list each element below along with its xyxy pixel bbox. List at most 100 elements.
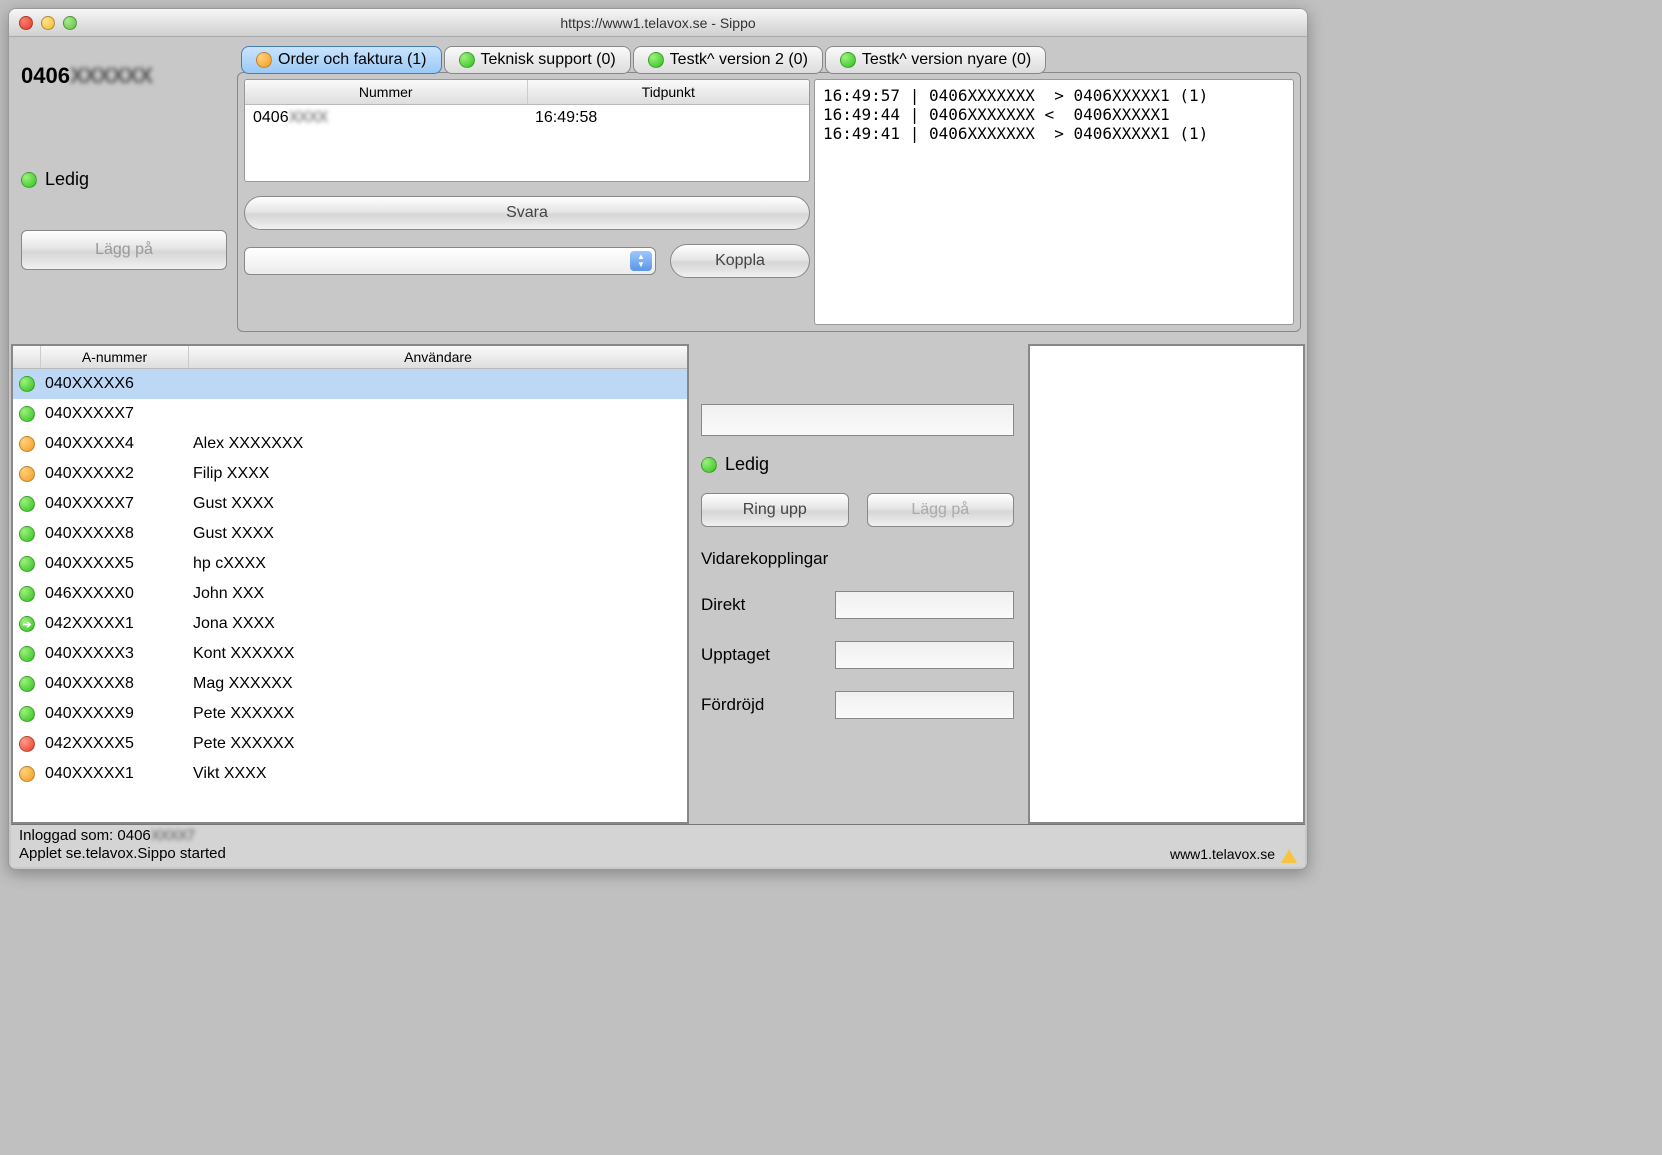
window-content: 0406XXXXXX Ledig Lägg på Order och faktu… xyxy=(9,37,1307,869)
user-status-cell: ➔ xyxy=(13,616,41,632)
user-row[interactable]: 040XXXXX7 xyxy=(13,399,687,429)
user-anummer: 040XXXXX1 xyxy=(41,765,189,783)
queue-tab-label: Order och faktura (1) xyxy=(278,51,427,69)
detail-name-field[interactable] xyxy=(701,404,1014,436)
statusbar-applet: Applet se.telavox.Sippo started xyxy=(19,845,226,863)
statusbar-right: www1.telavox.se xyxy=(1170,827,1297,863)
user-name: Kont XXXXXX xyxy=(189,645,687,663)
user-name: Gust XXXX xyxy=(189,525,687,543)
splitter[interactable] xyxy=(11,336,1305,344)
user-row[interactable]: 040XXXXX1Vikt XXXX xyxy=(13,759,687,789)
user-status-icon xyxy=(19,766,35,782)
statusbar-logged-in: Inloggad som: 0406XXXX7 xyxy=(19,827,226,845)
call-number: 0406XXXX xyxy=(245,105,527,131)
user-name: Pete XXXXXX xyxy=(189,735,687,753)
answer-button[interactable]: Svara xyxy=(244,196,810,230)
call-button[interactable]: Ring upp xyxy=(701,493,849,527)
call-table-blank xyxy=(245,131,809,181)
fwd-row-busy: Upptaget xyxy=(701,641,1014,669)
user-name: John XXX xyxy=(189,585,687,603)
detail-hangup-button[interactable]: Lägg på xyxy=(867,493,1015,527)
call-table-header: Nummer Tidpunkt xyxy=(245,80,809,105)
queue-tab[interactable]: Testk^ version nyare (0) xyxy=(825,46,1046,74)
user-anummer: 040XXXXX8 xyxy=(41,525,189,543)
user-row[interactable]: ➔042XXXXX1Jona XXXX xyxy=(13,609,687,639)
col-header-anummer[interactable]: A-nummer xyxy=(41,346,189,368)
caller-number: 0406XXXXXX xyxy=(21,63,227,89)
col-header-status[interactable] xyxy=(13,346,41,368)
user-anummer: 040XXXXX7 xyxy=(41,495,189,513)
user-status-icon xyxy=(19,586,35,602)
logged-in-obscured: XXXX7 xyxy=(151,827,194,844)
user-status-cell xyxy=(13,376,41,392)
user-row[interactable]: 046XXXXX0John XXX xyxy=(13,579,687,609)
col-header-nummer[interactable]: Nummer xyxy=(245,80,528,104)
user-name: Filip XXXX xyxy=(189,465,687,483)
caller-number-prefix: 0406 xyxy=(21,63,70,88)
agent-status: Ledig xyxy=(21,169,227,190)
user-name: Gust XXXX xyxy=(189,495,687,513)
agent-status-label: Ledig xyxy=(45,169,89,190)
queue-tab-label: Testk^ version 2 (0) xyxy=(670,51,808,69)
transfer-target-select[interactable]: ▲▼ xyxy=(244,247,656,275)
user-table-body[interactable]: 040XXXXX6040XXXXX7040XXXXX4Alex XXXXXXX0… xyxy=(13,369,687,822)
col-header-tidpunkt[interactable]: Tidpunkt xyxy=(528,80,810,104)
user-anummer: 040XXXXX5 xyxy=(41,555,189,573)
hangup-button[interactable]: Lägg på xyxy=(21,230,227,270)
fwd-input-direct[interactable] xyxy=(835,591,1014,619)
col-header-anvandare[interactable]: Användare xyxy=(189,346,687,368)
status-dot-icon xyxy=(701,457,717,473)
forwarding-title: Vidarekopplingar xyxy=(701,549,1014,569)
transfer-button[interactable]: Koppla xyxy=(670,244,810,278)
logged-in-prefix: Inloggad som: 0406 xyxy=(19,827,151,844)
statusbar: Inloggad som: 0406XXXX7 Applet se.telavo… xyxy=(11,824,1305,867)
user-status-icon: ➔ xyxy=(19,616,35,632)
queue-tab[interactable]: Teknisk support (0) xyxy=(444,46,631,74)
bottom-area: A-nummer Användare 040XXXXX6040XXXXX7040… xyxy=(11,344,1305,824)
user-row[interactable]: 040XXXXX8Mag XXXXXX xyxy=(13,669,687,699)
user-status-cell xyxy=(13,406,41,422)
detail-status: Ledig xyxy=(701,454,1014,475)
queue-tab-label: Testk^ version nyare (0) xyxy=(862,51,1031,69)
fwd-row-direct: Direkt xyxy=(701,591,1014,619)
statusbar-host: www1.telavox.se xyxy=(1170,845,1275,863)
user-status-cell xyxy=(13,436,41,452)
user-status-icon xyxy=(19,406,35,422)
user-anummer: 040XXXXX7 xyxy=(41,405,189,423)
user-detail-panel: Ledig Ring upp Lägg på Vidarekopplingar … xyxy=(689,344,1026,824)
user-row[interactable]: 040XXXXX6 xyxy=(13,369,687,399)
user-status-icon xyxy=(19,736,35,752)
warning-icon[interactable] xyxy=(1281,849,1297,863)
user-row[interactable]: 040XXXXX5hp cXXXX xyxy=(13,549,687,579)
user-name: Alex XXXXXXX xyxy=(189,435,687,453)
incoming-call-table: Nummer Tidpunkt 0406XXXX16:49:58 xyxy=(244,79,810,182)
user-status-icon xyxy=(19,496,35,512)
user-status-cell xyxy=(13,766,41,782)
user-status-icon xyxy=(19,556,35,572)
user-row[interactable]: 042XXXXX5Pete XXXXXX xyxy=(13,729,687,759)
user-anummer: 040XXXXX3 xyxy=(41,645,189,663)
call-row[interactable]: 0406XXXX16:49:58 xyxy=(245,105,809,131)
user-status-icon xyxy=(19,526,35,542)
user-status-icon xyxy=(19,466,35,482)
user-status-cell xyxy=(13,496,41,512)
user-row[interactable]: 040XXXXX2Filip XXXX xyxy=(13,459,687,489)
user-name: Pete XXXXXX xyxy=(189,705,687,723)
fwd-input-delayed[interactable] xyxy=(835,691,1014,719)
user-status-cell xyxy=(13,646,41,662)
status-dot-icon xyxy=(21,172,37,188)
user-row[interactable]: 040XXXXX3Kont XXXXXX xyxy=(13,639,687,669)
user-row[interactable]: 040XXXXX7Gust XXXX xyxy=(13,489,687,519)
user-row[interactable]: 040XXXXX8Gust XXXX xyxy=(13,519,687,549)
user-table-header: A-nummer Användare xyxy=(13,346,687,369)
queue-tab[interactable]: Testk^ version 2 (0) xyxy=(633,46,823,74)
user-anummer: 040XXXXX2 xyxy=(41,465,189,483)
user-row[interactable]: 040XXXXX9Pete XXXXXX xyxy=(13,699,687,729)
fwd-input-busy[interactable] xyxy=(835,641,1014,669)
queue-status-icon xyxy=(648,52,664,68)
user-row[interactable]: 040XXXXX4Alex XXXXXXX xyxy=(13,429,687,459)
user-anummer: 042XXXXX1 xyxy=(41,615,189,633)
titlebar: https://www1.telavox.se - Sippo xyxy=(9,9,1307,37)
queue-tab[interactable]: Order och faktura (1) xyxy=(241,46,442,74)
queue-status-icon xyxy=(459,52,475,68)
